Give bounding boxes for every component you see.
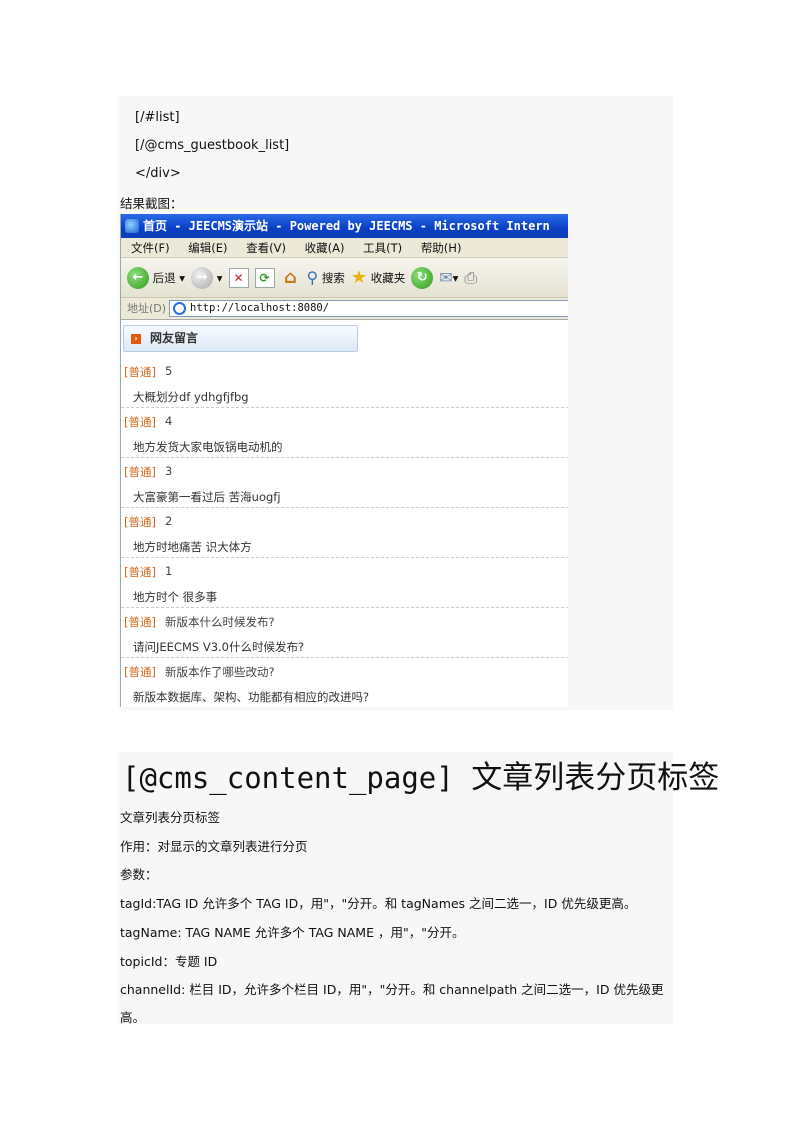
browser-toolbar: ← 后退 ▾ → ▾ ✕ ⟳ ⌂ ⚲ 搜索 ★ 收藏夹 ↻ ✉ ▾ ⎙ — [121, 258, 568, 298]
history-icon: ↻ — [411, 266, 434, 289]
paragraph: 高。 — [120, 1010, 146, 1025]
paragraph: topicId：专题 ID — [120, 954, 218, 969]
result-caption: 结果截图： — [120, 196, 183, 211]
paragraph: tagName: TAG NAME 允许多个 TAG NAME ，用"，"分开。 — [120, 925, 465, 940]
item-title[interactable]: 2 — [165, 514, 172, 528]
code-line: [/#list] — [135, 110, 180, 125]
address-label: 地址(D) — [127, 302, 167, 315]
item-title[interactable]: 新版本作了哪些改动? — [165, 664, 275, 680]
guestbook-header: › 网友留言 — [123, 325, 358, 352]
section-heading: [@cms_content_page] 文章列表分页标签 — [122, 752, 719, 797]
page-icon — [173, 302, 186, 315]
item-body: 大富豪第一看过后 苦海uogfj — [133, 490, 281, 504]
guestbook-item: [普通] 2 地方时地痛苦 识大体方 — [121, 508, 568, 558]
section-title: 网友留言 — [150, 331, 199, 345]
back-arrow-icon: ← — [127, 266, 149, 289]
guestbook-item: [普通] 新版本什么时候发布? 请问JEECMS V3.0什么时候发布? — [121, 608, 568, 658]
section-marker-icon: › — [131, 334, 141, 344]
item-body: 大概划分df ydhgfjfbg — [133, 390, 249, 404]
mail-button[interactable]: ✉ ▾ — [439, 268, 458, 287]
menu-help[interactable]: 帮助(H) — [421, 241, 462, 255]
item-title[interactable]: 5 — [165, 364, 172, 378]
browser-titlebar: 首页 - JEECMS演示站 - Powered by JEECMS - Mic… — [121, 214, 568, 238]
page-content: › 网友留言 [普通] 5 大概划分df ydhgfjfbg [普通] 4 地方发货大家电… — [121, 320, 568, 707]
item-tag: [普通] — [124, 515, 156, 529]
menu-file[interactable]: 文件(F) — [131, 241, 170, 255]
item-tag: [普通] — [124, 565, 156, 579]
favorites-button[interactable]: ★ 收藏夹 — [351, 267, 405, 288]
guestbook-item: [普通] 3 大富豪第一看过后 苦海uogfj — [121, 458, 568, 508]
back-label: 后退 — [152, 270, 176, 285]
item-body: 请问JEECMS V3.0什么时候发布? — [133, 640, 305, 654]
search-button[interactable]: ⚲ 搜索 — [307, 268, 345, 287]
guestbook-item: [普通] 5 大概划分df ydhgfjfbg — [121, 358, 568, 408]
item-tag: [普通] — [124, 665, 156, 679]
item-title[interactable]: 新版本什么时候发布? — [165, 614, 275, 630]
menu-tools[interactable]: 工具(T) — [363, 241, 402, 255]
refresh-button[interactable]: ⟳ — [254, 267, 275, 288]
stop-icon: ✕ — [228, 267, 249, 288]
item-title[interactable]: 1 — [165, 564, 172, 578]
menu-edit[interactable]: 编辑(E) — [188, 241, 227, 255]
mail-icon: ✉ — [439, 268, 453, 287]
favorites-label: 收藏夹 — [370, 270, 406, 285]
paragraph: 参数： — [120, 867, 158, 882]
stop-button[interactable]: ✕ — [228, 267, 249, 288]
item-tag: [普通] — [124, 415, 156, 429]
heading-cn: 文章列表分页标签 — [471, 760, 720, 796]
printer-icon: ⎙ — [464, 267, 478, 287]
print-button[interactable]: ⎙ — [464, 268, 477, 288]
menu-favorites[interactable]: 收藏(A) — [305, 241, 345, 255]
home-icon: ⌂ — [284, 267, 297, 288]
browser-screenshot: 首页 - JEECMS演示站 - Powered by JEECMS - Mic… — [120, 214, 568, 707]
item-body: 地方时地痛苦 识大体方 — [133, 540, 252, 554]
code-line: [/@cms_guestbook_list] — [135, 138, 290, 153]
item-tag: [普通] — [124, 365, 156, 379]
paragraph: channelId: 栏目 ID，允许多个栏目 ID，用"，"分开。和 chan… — [120, 982, 664, 997]
item-tag: [普通] — [124, 615, 156, 629]
address-bar: 地址(D) http://localhost:8080/ — [121, 298, 568, 320]
item-title[interactable]: 4 — [165, 414, 172, 428]
forward-button[interactable]: → ▾ — [191, 266, 223, 289]
paragraph: 作用：对显示的文章列表进行分页 — [120, 839, 308, 854]
heading-code: [@cms_content_page] — [122, 761, 454, 795]
item-body: 新版本数据库、架构、功能都有相应的改进吗? — [133, 690, 370, 704]
ie-logo-icon — [125, 219, 139, 233]
paragraph: 文章列表分页标签 — [120, 810, 221, 825]
back-button[interactable]: ← 后退 ▾ — [127, 266, 185, 289]
browser-title: 首页 - JEECMS演示站 - Powered by JEECMS - Mic… — [143, 219, 550, 233]
address-value: http://localhost:8080/ — [190, 302, 330, 314]
item-tag: [普通] — [124, 465, 156, 479]
star-icon: ★ — [350, 267, 368, 288]
item-title[interactable]: 3 — [165, 464, 172, 478]
guestbook-item: [普通] 1 地方时个 很多事 — [121, 558, 568, 608]
item-body: 地方时个 很多事 — [133, 590, 218, 604]
forward-arrow-icon: → — [191, 266, 214, 289]
guestbook-item: [普通] 新版本作了哪些改动? 新版本数据库、架构、功能都有相应的改进吗? — [121, 658, 568, 707]
search-label: 搜索 — [321, 270, 345, 285]
menu-view[interactable]: 查看(V) — [246, 241, 286, 255]
item-body: 地方发货大家电饭锅电动机的 — [133, 440, 283, 454]
refresh-icon: ⟳ — [254, 267, 275, 288]
paragraph: tagId:TAG ID 允许多个 TAG ID，用"，"分开。和 tagNam… — [120, 896, 637, 911]
address-input[interactable]: http://localhost:8080/ — [169, 300, 568, 317]
history-button[interactable]: ↻ — [411, 266, 434, 289]
home-button[interactable]: ⌂ — [281, 267, 301, 288]
search-icon: ⚲ — [306, 268, 319, 287]
guestbook-item: [普通] 4 地方发货大家电饭锅电动机的 — [121, 408, 568, 458]
browser-menubar: 文件(F) 编辑(E) 查看(V) 收藏(A) 工具(T) 帮助(H) — [121, 238, 568, 258]
code-line: </div> — [135, 166, 181, 181]
